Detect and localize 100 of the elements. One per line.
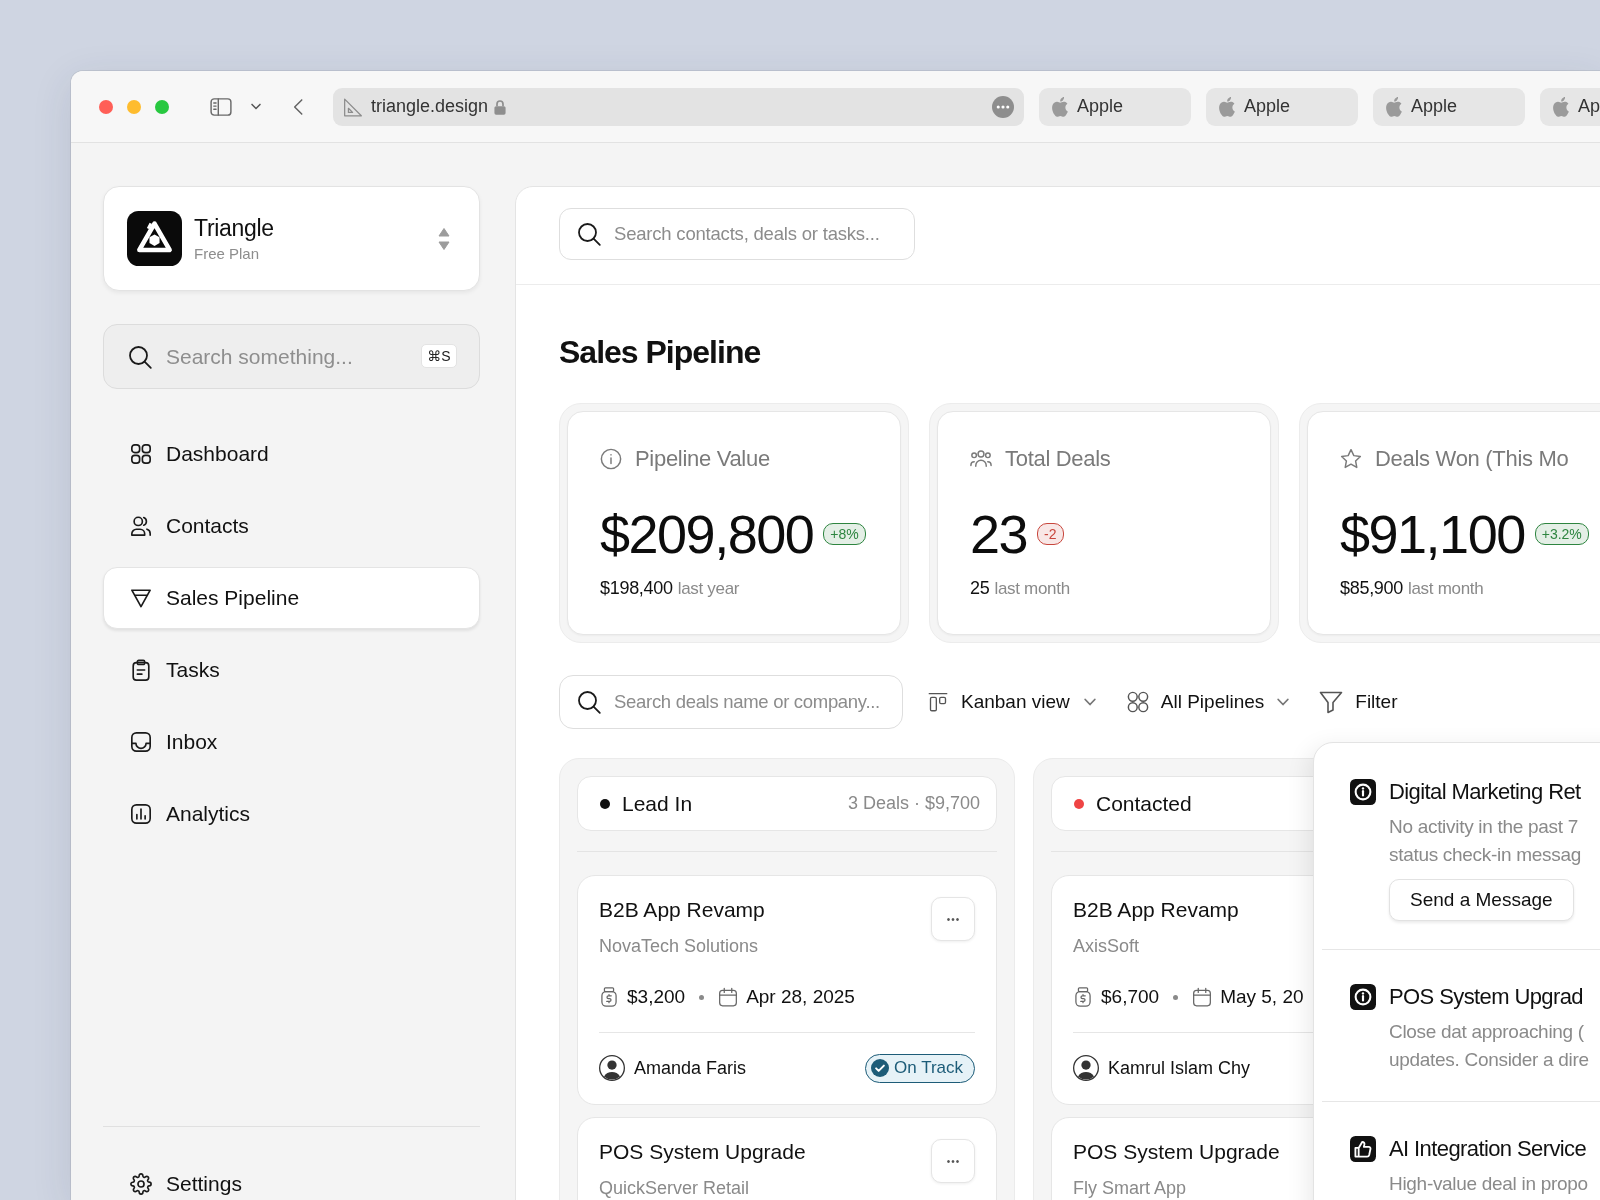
apple-icon [1218, 96, 1235, 117]
deal-date: Apr 28, 2025 [746, 986, 855, 1008]
filter-button[interactable]: Filter [1319, 684, 1398, 720]
company-name: AxisSoft [1073, 935, 1141, 957]
inbox-icon [130, 731, 152, 753]
check-circle-icon [871, 1059, 890, 1077]
maximize-button[interactable] [155, 99, 169, 114]
more-button[interactable]: ••• [931, 897, 975, 941]
apple-icon [1385, 96, 1402, 117]
avatar-icon [599, 1055, 625, 1081]
back-icon[interactable] [293, 97, 303, 116]
deal-amount: $6,700 [1101, 986, 1160, 1008]
users-icon [130, 515, 152, 537]
stat-value: $209,800 [600, 504, 814, 564]
close-button[interactable] [99, 99, 113, 114]
sidebar-toggle-icon[interactable] [210, 97, 232, 116]
grid-icon [130, 443, 152, 465]
plan-label: Free Plan [194, 245, 261, 262]
stat-label: Pipeline Value [635, 446, 770, 472]
period-label: last month [994, 578, 1070, 600]
separator-dot [699, 994, 705, 1000]
column-summary: 3 Deals · $9,700 [847, 793, 980, 814]
page-title: Sales Pipeline [559, 333, 762, 371]
period-label: last year [677, 578, 740, 600]
nav-item[interactable]: Analytics [103, 783, 480, 845]
stat-value: $91,100 [1340, 504, 1525, 564]
avatar-icon [1073, 1055, 1099, 1081]
company-name: NovaTech Solutions [599, 935, 760, 957]
browser-tab[interactable]: Apple [1373, 87, 1525, 126]
view-dropdown[interactable]: Kanban view [928, 684, 1096, 720]
nav-item[interactable]: Dashboard [103, 423, 480, 485]
stat-label: Deals Won (This Mo [1375, 446, 1569, 472]
deal-title: POS System Upgrade [599, 1139, 806, 1165]
chevron-down-icon [1277, 698, 1290, 706]
previous-value: $198,400 [600, 577, 673, 599]
change-badge: -2 [1037, 523, 1064, 545]
funnel-icon [130, 587, 152, 609]
change-badge: +3.2% [1534, 523, 1589, 545]
settings-item[interactable]: Settings [103, 1160, 480, 1200]
star-icon [1340, 448, 1362, 470]
nav-item[interactable]: Tasks [103, 639, 480, 701]
deal-title: B2B App Revamp [1073, 897, 1239, 923]
bar-chart-icon [130, 803, 152, 825]
column-title: Lead In [622, 791, 693, 816]
triangle-ruler-icon [343, 96, 363, 117]
browser-tab[interactable]: Apple [1206, 87, 1358, 126]
deal-title: B2B App Revamp [599, 897, 765, 923]
period-label: last month [1407, 578, 1484, 600]
search-icon [128, 345, 152, 369]
search-field[interactable]: Search contacts, deals or tasks... [559, 208, 915, 260]
status-label: On Track [894, 1058, 963, 1078]
info-icon [1350, 779, 1376, 805]
workspace-name: Triangle [194, 215, 274, 242]
chevron-down-icon[interactable] [251, 103, 261, 110]
notification-text: High-value deal in propo [1389, 1172, 1588, 1196]
nav-item[interactable]: Contacts [103, 495, 480, 557]
notification-text: No activity in the past 7 status check-in messag [1389, 815, 1581, 867]
search-field[interactable]: Search deals name or company... [559, 675, 903, 729]
browser-tab[interactable]: Ap [1540, 87, 1600, 126]
nav-item[interactable]: Inbox [103, 711, 480, 773]
owner-name: Amanda Faris [634, 1057, 747, 1079]
notification-title: AI Integration Service [1389, 1135, 1588, 1163]
search-icon [577, 690, 601, 714]
selector-icon[interactable] [438, 226, 450, 251]
previous-value: 25 [970, 577, 990, 599]
info-icon [1350, 984, 1376, 1010]
shortcut-hint: ⌘S [421, 344, 457, 368]
more-button[interactable]: ••• [931, 1139, 975, 1183]
nav-item[interactable]: Sales Pipeline [103, 567, 480, 629]
apple-icon [1051, 96, 1068, 117]
previous-value: $85,900 [1340, 577, 1403, 599]
settings-icon [130, 1173, 152, 1195]
send-message-button[interactable]: Send a Message [1389, 879, 1574, 921]
change-badge: +8% [823, 523, 866, 545]
money-jar-icon [599, 987, 619, 1007]
company-name: Fly Smart App [1073, 1177, 1188, 1199]
users-icon [970, 448, 992, 470]
column-title: Contacted [1096, 791, 1192, 816]
pipelines-dropdown[interactable]: All Pipelines [1126, 684, 1290, 720]
filter-icon [1319, 690, 1344, 714]
browser-tab[interactable]: Apple [1039, 87, 1191, 126]
owner-name: Kamrul Islam Chy [1108, 1057, 1251, 1079]
clipboard-icon [130, 659, 152, 681]
calendar-icon [718, 987, 739, 1007]
thumbs-up-icon [1350, 1136, 1376, 1162]
info-icon [600, 448, 622, 470]
logo-icon [127, 211, 182, 266]
stat-value: 23 [970, 504, 1028, 564]
notification-title: Digital Marketing Ret [1389, 778, 1581, 806]
deal-title: POS System Upgrade [1073, 1139, 1280, 1165]
apple-icon [1552, 96, 1569, 117]
deal-date: May 5, 20 [1220, 986, 1304, 1008]
workspace-card[interactable]: Triangle Free Plan [103, 186, 480, 291]
company-name: QuickServer Retail [599, 1177, 751, 1199]
more-icon[interactable] [992, 95, 1014, 118]
money-jar-icon [1073, 987, 1093, 1007]
address-bar[interactable]: triangle.design [333, 87, 1024, 126]
kanban-icon [928, 692, 948, 712]
separator-dot [1173, 994, 1179, 1000]
deal-amount: $3,200 [627, 986, 686, 1008]
